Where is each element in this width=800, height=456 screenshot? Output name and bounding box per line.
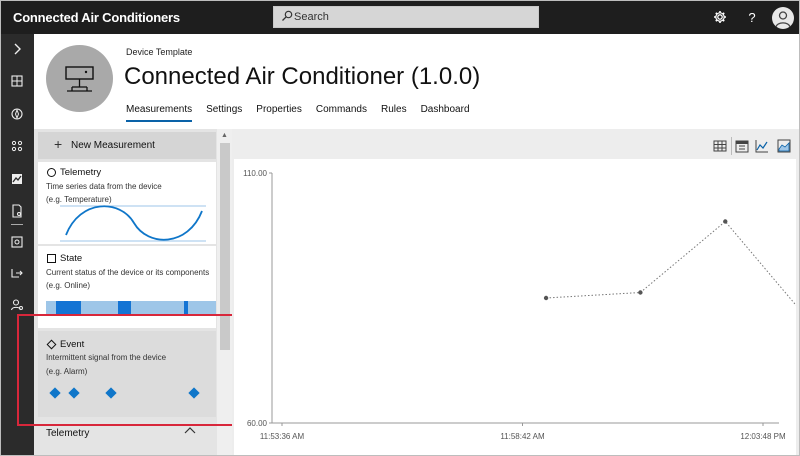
- app-title: Connected Air Conditioners: [13, 10, 180, 25]
- new-measurement-label: New Measurement: [71, 140, 155, 151]
- rail-divider: [11, 224, 23, 225]
- circle-icon: [47, 168, 56, 177]
- analytics-icon[interactable]: [9, 171, 25, 187]
- y-tick-label: 110.00: [243, 169, 267, 178]
- chevron-right-icon[interactable]: [9, 41, 25, 57]
- devices-icon[interactable]: [9, 138, 25, 154]
- measurement-chart: 110.00 60.00 11:53:36 AM 11:58:42 AM 12:03:4…: [243, 169, 799, 441]
- search-icon: [282, 10, 293, 21]
- calendar-icon[interactable]: [735, 139, 749, 153]
- left-nav-rail: [1, 34, 34, 455]
- card-example: (e.g. Alarm): [46, 367, 88, 376]
- card-description: Current status of the device or its comp…: [46, 268, 210, 277]
- app-window: Connected Air Conditioners ?: [0, 0, 800, 456]
- device-template-image: [46, 45, 113, 112]
- card-title: State: [60, 253, 83, 264]
- dashboard-icon[interactable]: [9, 73, 25, 89]
- square-icon: [47, 254, 56, 263]
- card-description: Time series data from the device: [46, 182, 162, 191]
- scroll-thumb[interactable]: [220, 143, 230, 350]
- card-title: Event: [60, 339, 85, 350]
- jobs-icon[interactable]: [9, 234, 25, 250]
- card-title: Telemetry: [60, 167, 102, 178]
- panel-scrollbar[interactable]: ▲: [217, 129, 232, 455]
- data-point: [723, 219, 728, 224]
- chart-panel: 110.00 60.00 11:53:36 AM 11:58:42 AM 12:03:4…: [234, 159, 799, 455]
- gear-icon: [714, 11, 726, 23]
- explorer-icon[interactable]: [9, 106, 25, 122]
- chevron-up-icon[interactable]: [184, 426, 196, 437]
- area-chart-icon[interactable]: [777, 139, 791, 153]
- help-icon: ?: [748, 9, 756, 25]
- tab-settings[interactable]: Settings: [206, 104, 242, 122]
- y-tick-label: 60.00: [247, 419, 268, 428]
- tab-properties[interactable]: Properties: [256, 104, 302, 122]
- toolbar-divider: [731, 137, 732, 155]
- x-tick-label: 11:53:36 AM: [260, 432, 305, 441]
- tab-dashboard[interactable]: Dashboard: [421, 104, 470, 122]
- telemetry-section-heading[interactable]: Telemetry: [46, 428, 89, 439]
- page-subtitle: Device Template: [126, 47, 193, 57]
- help-button[interactable]: ?: [742, 7, 762, 27]
- card-example: (e.g. Online): [46, 281, 91, 290]
- plus-icon: +: [54, 136, 63, 152]
- device-icon: [65, 66, 94, 92]
- measurement-panel: + New Measurement Telemetry Time series …: [34, 129, 232, 455]
- settings-button[interactable]: [710, 7, 730, 27]
- device-template-icon[interactable]: [9, 203, 25, 219]
- search-input[interactable]: [294, 7, 534, 27]
- tab-bar: Measurements Settings Properties Command…: [126, 104, 484, 122]
- export-icon[interactable]: [9, 265, 25, 281]
- card-example: (e.g. Temperature): [46, 195, 112, 204]
- top-bar: Connected Air Conditioners ?: [1, 1, 799, 34]
- event-card[interactable]: Event Intermittent signal from the devic…: [38, 331, 216, 417]
- event-illustration: [49, 387, 200, 399]
- page-title: Connected Air Conditioner (1.0.0): [124, 63, 481, 90]
- data-point: [638, 290, 643, 295]
- tab-measurements[interactable]: Measurements: [126, 104, 193, 122]
- table-view-icon[interactable]: [713, 139, 727, 153]
- series-line: [546, 220, 799, 310]
- user-icon: [775, 11, 791, 28]
- tab-commands[interactable]: Commands: [316, 104, 367, 122]
- state-card[interactable]: State Current status of the device or it…: [38, 246, 216, 328]
- state-bar-illustration: [46, 301, 216, 315]
- x-tick-label: 12:03:48 PM: [740, 432, 786, 441]
- scroll-up-icon[interactable]: ▲: [221, 132, 228, 139]
- card-description: Intermittent signal from the device: [46, 353, 167, 362]
- data-point: [543, 295, 549, 301]
- wave-illustration: [60, 205, 206, 242]
- diamond-icon: [46, 339, 57, 350]
- search-box[interactable]: [273, 6, 539, 28]
- line-chart-icon[interactable]: [755, 139, 769, 153]
- new-measurement-button[interactable]: + New Measurement: [38, 132, 216, 159]
- administration-icon[interactable]: [9, 297, 25, 313]
- avatar[interactable]: [772, 7, 794, 29]
- x-tick-label: 11:58:42 AM: [500, 432, 545, 441]
- tab-rules[interactable]: Rules: [381, 104, 407, 122]
- telemetry-card[interactable]: Telemetry Time series data from the devi…: [38, 162, 216, 244]
